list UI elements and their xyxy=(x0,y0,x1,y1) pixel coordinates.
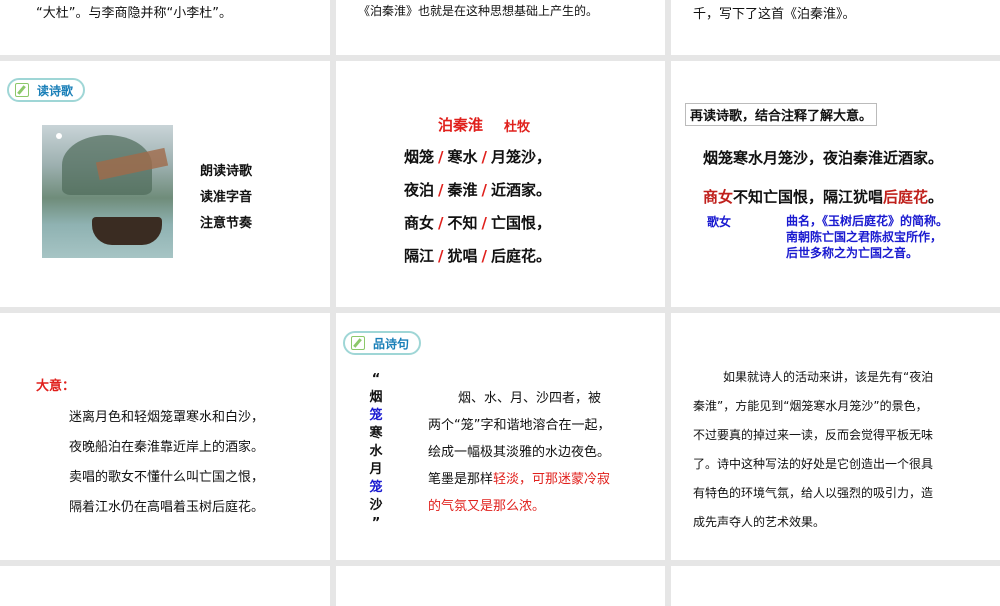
poem-line: 烟笼寒水月笼沙，夜泊秦淮近酒家。 xyxy=(703,149,944,167)
vertical-char: 笼 xyxy=(369,408,383,423)
slide-heading: 再读诗歌，结合注释了解大意。 xyxy=(685,103,878,126)
slide-thumbnail[interactable] xyxy=(336,566,665,606)
rhythm-slash: / xyxy=(438,247,444,265)
slide-thumbnail[interactable] xyxy=(0,566,330,606)
paraphrase: 迷离月色和轻烟笼罩寒水和白沙， 夜晚船泊在秦淮靠近岸上的酒家。 卖唱的歌女不懂什么叫… xyxy=(69,410,265,515)
landscape-painting-image xyxy=(42,125,173,258)
rhythm-slash: / xyxy=(481,181,487,199)
analysis: 烟、水、月、沙四者，被 两个“笼”字和谐地溶合在一起， 绘成一幅极其淡雅的水边夜色。… xyxy=(428,391,611,514)
poem-author: 杜牧 xyxy=(504,120,531,135)
vertical-char: “ xyxy=(371,372,381,387)
annotation: 歌女 xyxy=(707,215,732,229)
vertical-char: 烟 xyxy=(369,390,383,405)
slide-thumbnail[interactable]: 如果就诗人的活动来讲，该是先有“夜泊 秦淮”，方能见到“烟笼寒水月笼沙”的景色，不… xyxy=(671,313,1000,560)
instruction: 朗读诗歌 xyxy=(200,164,253,179)
annotation: 曲名，《玉树后庭花》的简称。 南朝陈亡国之君陈叔宝所作， 后世多称之为亡国之音。 xyxy=(786,214,949,260)
vertical-char: ” xyxy=(371,516,381,531)
slide-text: 千，写下了这首《泊秦淮》。 xyxy=(693,7,856,22)
slide-thumbnail[interactable]: 品诗句 “烟笼寒水月笼沙” 烟、水、月、沙四者，被 两个“笼”字和谐地溶合在一起，… xyxy=(336,313,665,560)
section-badge: 品诗句 xyxy=(343,331,422,355)
instruction: 注意节奏 xyxy=(200,216,253,231)
slide-thumbnail[interactable]: 《泊秦淮》也就是在这种思想基础上产生的。 xyxy=(336,0,665,55)
rhythm-slash: / xyxy=(438,181,444,199)
badge-label: 读诗歌 xyxy=(37,83,74,98)
rhythm-slash: / xyxy=(481,214,487,232)
label: 大意： xyxy=(36,379,76,394)
slide-thumbnail[interactable] xyxy=(671,566,1000,606)
poem-body: 烟笼 / 寒水 / 月笼沙， 夜泊 / 秦淮 / 近酒家。 商女 / 不知 / 亡国恨， 隔江 / 犹唱 / 后庭花。 xyxy=(404,146,551,278)
vertical-quote: “烟笼寒水月笼沙” xyxy=(369,371,383,533)
rhythm-slash: / xyxy=(481,247,487,265)
vertical-char: 水 xyxy=(369,444,383,459)
section-badge: 读诗歌 xyxy=(7,78,86,102)
badge-label: 品诗句 xyxy=(373,336,410,351)
rhythm-slash: / xyxy=(438,214,444,232)
instruction: 读准字音 xyxy=(200,190,253,205)
edit-icon xyxy=(351,336,365,350)
slide-thumbnail[interactable]: “大杜”。与李商隐并称“小李杜”。 xyxy=(0,0,330,55)
poem-line: 夜泊 / 秦淮 / 近酒家。 xyxy=(404,181,552,199)
vertical-char: 月 xyxy=(369,462,383,477)
commentary: 如果就诗人的活动来讲，该是先有“夜泊 秦淮”，方能见到“烟笼寒水月笼沙”的景色，不… xyxy=(693,370,934,529)
rhythm-slash: / xyxy=(481,148,487,166)
poem-line: 商女 / 不知 / 亡国恨， xyxy=(404,214,552,232)
slide-text: “大杜”。与李商隐并称“小李杜”。 xyxy=(36,6,232,21)
edit-icon xyxy=(15,83,29,97)
poem-line: 烟笼 / 寒水 / 月笼沙， xyxy=(404,148,552,166)
slide-thumbnail[interactable]: 大意： 迷离月色和轻烟笼罩寒水和白沙， 夜晚船泊在秦淮靠近岸上的酒家。 卖唱的歌女不… xyxy=(0,313,330,560)
vertical-char: 笼 xyxy=(369,480,383,495)
slide-thumbnail[interactable]: 千，写下了这首《泊秦淮》。 xyxy=(671,0,1000,55)
rhythm-slash: / xyxy=(438,148,444,166)
poem-line: 隔江 / 犹唱 / 后庭花。 xyxy=(404,247,552,265)
slide-thumbnail[interactable]: 读诗歌 朗读诗歌 读准字音 注意节奏 xyxy=(0,61,330,307)
poem-title: 泊秦淮 xyxy=(438,116,484,134)
vertical-char: 寒 xyxy=(369,426,383,441)
slide-text: 《泊秦淮》也就是在这种思想基础上产生的。 xyxy=(358,4,599,18)
vertical-char: 沙 xyxy=(369,498,383,513)
poem-line: 商女不知亡国恨，隔江犹唱后庭花。 xyxy=(703,188,944,206)
slide-thumbnail[interactable]: 再读诗歌，结合注释了解大意。 烟笼寒水月笼沙，夜泊秦淮近酒家。 商女不知亡国恨，… xyxy=(671,61,1000,307)
slide-thumbnail[interactable]: 泊秦淮 杜牧 烟笼 / 寒水 / 月笼沙， 夜泊 / 秦淮 / 近酒家。 商女 / 不知 / 亡国恨， 隔江 /… xyxy=(336,61,665,307)
